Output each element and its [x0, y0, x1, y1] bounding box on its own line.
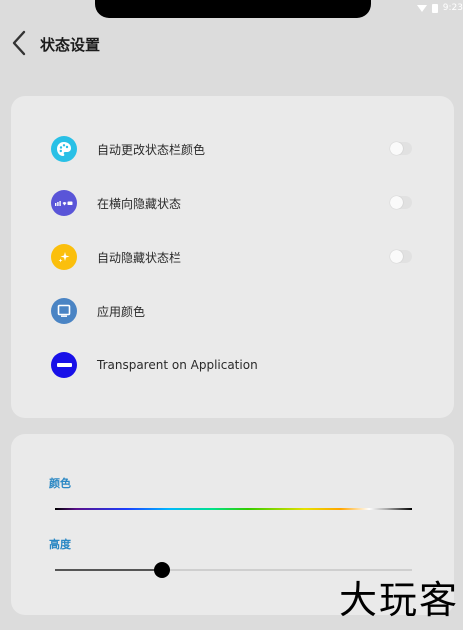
back-arrow-icon[interactable]	[8, 29, 34, 57]
height-slider-thumb[interactable]	[154, 562, 171, 578]
wifi-icon	[416, 4, 427, 12]
app-header: 状态设置	[0, 26, 463, 60]
battery-icon	[431, 3, 438, 13]
toggle-knob	[390, 142, 403, 155]
settings-card: 自动更改状态栏颜色 在横向隐藏状态 自动隐藏状态栏 应用颜色 Transpare…	[11, 96, 454, 418]
setting-label: 在横向隐藏状态	[97, 196, 182, 211]
setting-label: 应用颜色	[97, 304, 146, 319]
watermark-logo: 大玩客	[338, 578, 459, 622]
camera-notch	[95, 0, 371, 18]
status-bar: 9:23	[416, 2, 463, 14]
setting-label: Transparent on Application	[97, 358, 258, 372]
toggle-knob	[390, 196, 403, 209]
status-time: 9:23	[442, 3, 463, 13]
toggle-knob	[390, 250, 403, 263]
setting-label: 自动隐藏状态栏	[97, 250, 182, 265]
height-slider-fill	[55, 569, 163, 571]
toggle-switch[interactable]	[390, 250, 412, 263]
toggle-switch[interactable]	[390, 142, 412, 155]
color-label: 颜色	[49, 477, 71, 490]
monitor-icon	[51, 298, 77, 324]
setting-hide-landscape[interactable]: 在横向隐藏状态	[51, 188, 412, 218]
page-title: 状态设置	[40, 36, 101, 54]
setting-auto-statusbar-color[interactable]: 自动更改状态栏颜色	[51, 134, 412, 164]
statusbar-landscape-icon	[51, 190, 77, 216]
setting-app-color[interactable]: 应用颜色	[51, 296, 411, 326]
height-label: 高度	[49, 538, 71, 551]
setting-auto-hide-statusbar[interactable]: 自动隐藏状态栏	[51, 242, 412, 272]
setting-label: 自动更改状态栏颜色	[97, 142, 206, 157]
palette-icon	[51, 136, 77, 162]
setting-transparent-on-application[interactable]: Transparent on Application	[51, 350, 411, 380]
sparkle-icon	[51, 244, 77, 270]
color-spectrum-slider[interactable]	[55, 508, 412, 510]
minus-icon	[51, 352, 77, 378]
toggle-switch[interactable]	[390, 196, 412, 209]
